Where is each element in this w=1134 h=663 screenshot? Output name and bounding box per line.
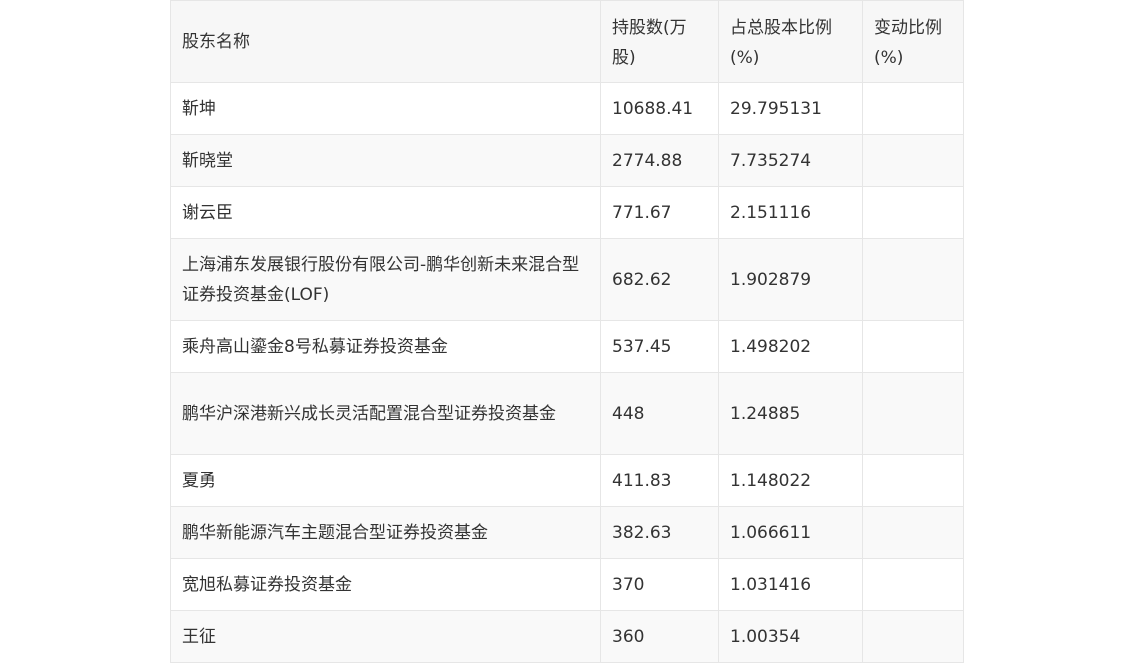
cell-ratio: 1.066611 xyxy=(718,506,863,559)
table-row: 夏勇 411.83 1.148022 xyxy=(170,454,964,507)
header-shareholder-name: 股东名称 xyxy=(170,0,601,83)
header-ratio: 占总股本比例(%) xyxy=(718,0,863,83)
cell-shares: 360 xyxy=(600,610,719,663)
shareholders-table-container: 股东名称 持股数(万股) 占总股本比例(%) 变动比例(%) 靳坤 10688.… xyxy=(170,0,964,663)
cell-change xyxy=(862,558,964,611)
table-row: 靳坤 10688.41 29.795131 xyxy=(170,82,964,135)
table-row: 鹏华新能源汽车主题混合型证券投资基金 382.63 1.066611 xyxy=(170,506,964,559)
cell-change xyxy=(862,372,964,455)
cell-ratio: 1.148022 xyxy=(718,454,863,507)
cell-ratio: 7.735274 xyxy=(718,134,863,187)
cell-change xyxy=(862,82,964,135)
cell-name: 鹏华沪深港新兴成长灵活配置混合型证券投资基金 xyxy=(170,372,601,455)
cell-shares: 537.45 xyxy=(600,320,719,373)
cell-name: 靳坤 xyxy=(170,82,601,135)
cell-name: 乘舟高山鎏金8号私募证券投资基金 xyxy=(170,320,601,373)
cell-ratio: 29.795131 xyxy=(718,82,863,135)
table-row: 宽旭私募证券投资基金 370 1.031416 xyxy=(170,558,964,611)
cell-ratio: 1.498202 xyxy=(718,320,863,373)
cell-shares: 682.62 xyxy=(600,238,719,321)
cell-change xyxy=(862,320,964,373)
cell-change xyxy=(862,454,964,507)
cell-name: 王征 xyxy=(170,610,601,663)
cell-change xyxy=(862,506,964,559)
table-row: 鹏华沪深港新兴成长灵活配置混合型证券投资基金 448 1.24885 xyxy=(170,372,964,455)
cell-shares: 448 xyxy=(600,372,719,455)
cell-change xyxy=(862,186,964,239)
cell-shares: 382.63 xyxy=(600,506,719,559)
cell-ratio: 2.151116 xyxy=(718,186,863,239)
cell-name: 宽旭私募证券投资基金 xyxy=(170,558,601,611)
cell-shares: 771.67 xyxy=(600,186,719,239)
cell-change xyxy=(862,610,964,663)
cell-ratio: 1.902879 xyxy=(718,238,863,321)
table-row: 王征 360 1.00354 xyxy=(170,610,964,663)
header-shares: 持股数(万股) xyxy=(600,0,719,83)
table-row: 上海浦东发展银行股份有限公司-鹏华创新未来混合型证券投资基金(LOF) 682.… xyxy=(170,238,964,321)
cell-name: 鹏华新能源汽车主题混合型证券投资基金 xyxy=(170,506,601,559)
cell-name: 夏勇 xyxy=(170,454,601,507)
table-row: 谢云臣 771.67 2.151116 xyxy=(170,186,964,239)
cell-change xyxy=(862,134,964,187)
cell-shares: 411.83 xyxy=(600,454,719,507)
header-change: 变动比例(%) xyxy=(862,0,964,83)
cell-name: 靳晓堂 xyxy=(170,134,601,187)
cell-ratio: 1.031416 xyxy=(718,558,863,611)
cell-ratio: 1.24885 xyxy=(718,372,863,455)
cell-name: 上海浦东发展银行股份有限公司-鹏华创新未来混合型证券投资基金(LOF) xyxy=(170,238,601,321)
table-row: 乘舟高山鎏金8号私募证券投资基金 537.45 1.498202 xyxy=(170,320,964,373)
cell-name: 谢云臣 xyxy=(170,186,601,239)
cell-change xyxy=(862,238,964,321)
table-row: 靳晓堂 2774.88 7.735274 xyxy=(170,134,964,187)
cell-shares: 2774.88 xyxy=(600,134,719,187)
table-header-row: 股东名称 持股数(万股) 占总股本比例(%) 变动比例(%) xyxy=(170,0,964,83)
cell-ratio: 1.00354 xyxy=(718,610,863,663)
cell-shares: 10688.41 xyxy=(600,82,719,135)
shareholders-table: 股东名称 持股数(万股) 占总股本比例(%) 变动比例(%) 靳坤 10688.… xyxy=(170,0,964,663)
cell-shares: 370 xyxy=(600,558,719,611)
